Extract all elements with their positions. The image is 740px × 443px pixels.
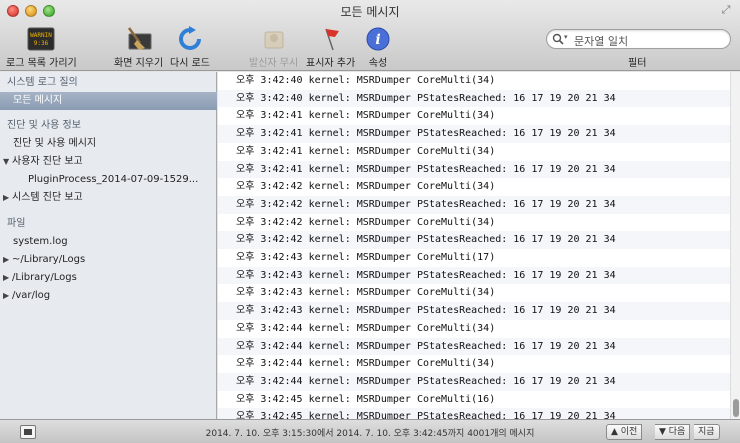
svg-text:9:36: 9:36 <box>34 40 49 47</box>
reload-button[interactable]: 다시 로드 <box>170 26 210 69</box>
svg-text:WARNIN: WARNIN <box>31 32 53 39</box>
ignore-sender-icon <box>264 31 284 49</box>
reload-label: 다시 로드 <box>170 58 210 69</box>
console-window: 모든 메시지 ⤢ WARNIN 9:36 로그 목록 가리기 화면 지우기 다시… <box>0 0 740 443</box>
log-line[interactable]: 오후 3:42:41 kernel: MSRDumper PStatesReac… <box>218 160 730 179</box>
disclosure-collapsed-icon[interactable]: ▶ <box>3 251 12 269</box>
log-line[interactable]: 오후 3:42:44 kernel: MSRDumper PStatesReac… <box>218 337 730 356</box>
sidebar-item-label: /Library/Logs <box>12 272 77 283</box>
window-title: 모든 메시지 <box>340 5 400 19</box>
log-line[interactable]: 오후 3:42:44 kernel: MSRDumper CoreMulti(3… <box>218 355 730 373</box>
filter-label: 필터 <box>628 58 647 69</box>
clear-display-label: 화면 지우기 <box>114 58 164 69</box>
log-line[interactable]: 오후 3:42:41 kernel: MSRDumper CoreMulti(3… <box>218 143 730 161</box>
log-line[interactable]: 오후 3:42:43 kernel: MSRDumper CoreMulti(1… <box>218 249 730 267</box>
sidebar-item-label: 사용자 진단 보고 <box>12 156 83 167</box>
toggle-log-list-label: 로그 목록 가리기 <box>6 58 77 69</box>
search-field[interactable]: ▾ 문자열 일치 <box>546 29 731 49</box>
disclosure-expanded-icon[interactable]: ▼ <box>3 153 12 171</box>
broom-icon <box>127 27 152 50</box>
ignore-sender-button[interactable]: 발신자 무시 <box>249 26 298 69</box>
log-line[interactable]: 오후 3:42:42 kernel: MSRDumper CoreMulti(3… <box>218 178 730 196</box>
log-line[interactable]: 오후 3:42:44 kernel: MSRDumper PStatesReac… <box>218 372 730 391</box>
log-line[interactable]: 오후 3:42:40 kernel: MSRDumper PStatesReac… <box>218 89 730 108</box>
sidebar-item-system-log[interactable]: system.log <box>0 233 217 251</box>
info-icon: i <box>366 27 390 51</box>
sidebar-heading-files: 파일 <box>7 218 26 229</box>
earlier-button[interactable]: ▲ 이전 <box>606 424 643 440</box>
log-line[interactable]: 오후 3:42:43 kernel: MSRDumper PStatesReac… <box>218 302 730 320</box>
disclosure-collapsed-icon[interactable]: ▶ <box>3 269 12 287</box>
log-message-view[interactable]: 오후 3:42:40 kernel: MSRDumper CoreMulti(3… <box>218 72 730 419</box>
disclosure-collapsed-icon[interactable]: ▶ <box>3 189 12 207</box>
flag-icon <box>324 28 339 51</box>
log-line[interactable]: 오후 3:42:45 kernel: MSRDumper CoreMulti(1… <box>218 391 730 409</box>
svg-text:i: i <box>375 32 380 48</box>
log-line[interactable]: 오후 3:42:44 kernel: MSRDumper CoreMulti(3… <box>218 320 730 338</box>
search-options-caret-icon[interactable]: ▾ <box>564 33 568 41</box>
later-button[interactable]: ▼ 다음 <box>655 424 691 440</box>
sidebar-heading-diagnostics: 진단 및 사용 정보 <box>7 120 81 131</box>
toolbar: 모든 메시지 ⤢ WARNIN 9:36 로그 목록 가리기 화면 지우기 다시… <box>0 0 740 71</box>
sidebar-item-all-messages[interactable]: 모든 메시지 <box>0 92 217 110</box>
info-label: 속성 <box>368 58 388 69</box>
insert-marker-button[interactable]: 표시자 추가 <box>306 26 355 69</box>
sidebar-item-diagnostic-messages[interactable]: 진단 및 사용 메시지 <box>0 135 217 153</box>
sidebar-heading-system-log-queries: 시스템 로그 질의 <box>7 77 78 88</box>
disclosure-collapsed-icon[interactable]: ▶ <box>3 287 12 305</box>
log-line[interactable]: 오후 3:42:41 kernel: MSRDumper PStatesReac… <box>218 125 730 143</box>
log-line[interactable]: 오후 3:42:43 kernel: MSRDumper CoreMulti(3… <box>218 284 730 302</box>
sidebar-item-plugin-process-report[interactable]: PluginProcess_2014-07-09-1529... <box>0 171 217 189</box>
toggle-log-list-button[interactable]: WARNIN 9:36 로그 목록 가리기 <box>6 26 77 69</box>
sidebar-item-library-logs[interactable]: ▶/Library/Logs <box>0 269 217 287</box>
log-line[interactable]: 오후 3:42:41 kernel: MSRDumper CoreMulti(3… <box>218 107 730 125</box>
reload-icon <box>179 26 201 50</box>
log-line[interactable]: 오후 3:42:43 kernel: MSRDumper PStatesReac… <box>218 266 730 285</box>
ignore-sender-label: 발신자 무시 <box>249 58 299 69</box>
log-list-sidebar: 시스템 로그 질의 모든 메시지 진단 및 사용 정보 진단 및 사용 메시지 … <box>0 72 217 419</box>
sidebar-item-user-library-logs[interactable]: ▶ ~/Library/Logs <box>0 251 217 269</box>
sidebar-item-system-diagnostic-reports[interactable]: ▶ 시스템 진단 보고 <box>0 189 217 207</box>
log-line[interactable]: 오후 3:42:40 kernel: MSRDumper CoreMulti(3… <box>218 72 730 90</box>
search-icon <box>552 33 564 45</box>
log-line[interactable]: 오후 3:42:45 kernel: MSRDumper PStatesReac… <box>218 408 730 419</box>
now-button[interactable]: 지금 <box>694 424 720 440</box>
sidebar-item-label: ~/Library/Logs <box>12 254 86 265</box>
scrollbar-thumb[interactable] <box>733 399 739 417</box>
log-line[interactable]: 오후 3:42:42 kernel: MSRDumper PStatesReac… <box>218 195 730 214</box>
clear-display-button[interactable]: 화면 지우기 <box>114 26 163 69</box>
console-icon: WARNIN 9:36 <box>27 27 55 51</box>
search-placeholder: 문자열 일치 <box>574 35 629 48</box>
fullscreen-icon[interactable]: ⤢ <box>720 4 732 16</box>
insert-marker-label: 표시자 추가 <box>306 58 356 69</box>
status-bar: 2014. 7. 10. 오후 3:15:30에서 2014. 7. 10. 오… <box>0 419 740 443</box>
log-line[interactable]: 오후 3:42:42 kernel: MSRDumper CoreMulti(3… <box>218 214 730 232</box>
info-button[interactable]: i 속성 <box>364 26 392 69</box>
log-line[interactable]: 오후 3:42:42 kernel: MSRDumper PStatesReac… <box>218 231 730 249</box>
log-scrollbar[interactable] <box>730 72 740 419</box>
sidebar-item-var-log[interactable]: ▶/var/log <box>0 287 217 305</box>
sidebar-item-user-diagnostic-reports[interactable]: ▼ 사용자 진단 보고 <box>0 153 217 171</box>
sidebar-item-label: /var/log <box>12 290 51 301</box>
sidebar-item-label: 시스템 진단 보고 <box>12 192 83 203</box>
